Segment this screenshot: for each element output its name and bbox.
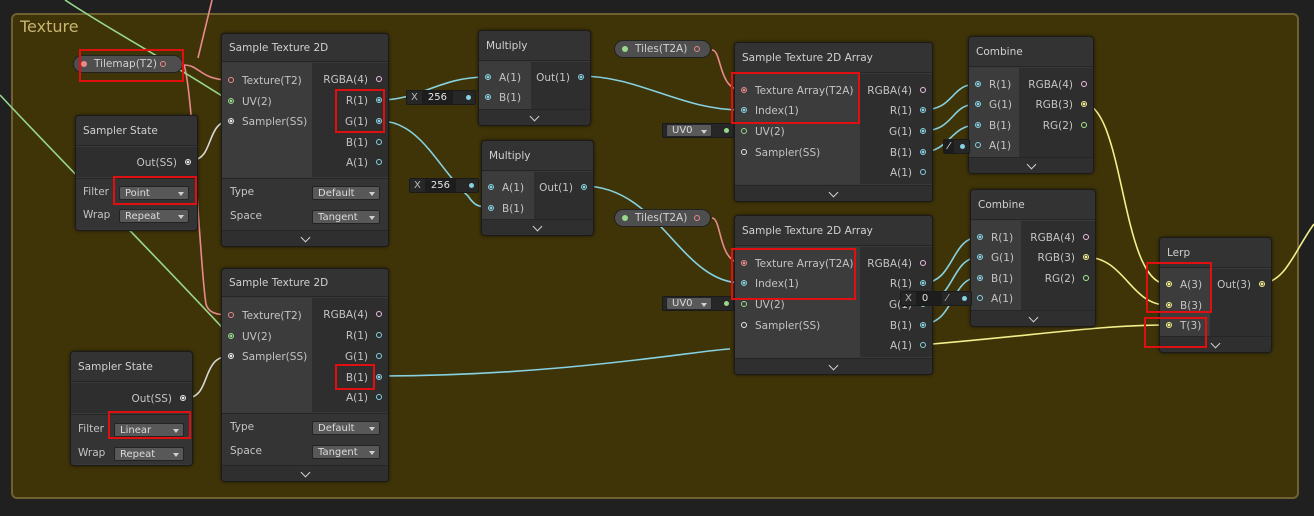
collapse-button[interactable] [222,230,388,246]
slash-icon: ⁄ [944,140,954,153]
type-label: Type [230,421,255,433]
wire-multiply-top-to-index [579,75,743,111]
type-dropdown[interactable]: Default [312,186,380,200]
sample-texture-2d-bottom-node[interactable]: Sample Texture 2D Texture(T2) UV(2) Samp… [221,268,389,482]
wire-b-to-sample-array [377,348,731,377]
combine-bottom-node[interactable]: Combine R(1) G(1) B(1) A(1) RGBA(4) RGB(… [970,189,1096,327]
chevron-down-icon [529,111,540,122]
texture-out-port[interactable] [160,61,166,67]
chevron-down-icon [1210,338,1221,349]
collapse-button[interactable] [735,358,932,374]
property-dot-icon [622,215,628,221]
value-field[interactable]: 0 [915,292,943,305]
collapse-button[interactable] [971,310,1095,326]
tilemap-property-node[interactable]: Tilemap(T2) [73,55,183,73]
sampler-state-bottom-node[interactable]: Sampler State Out(SS) Filter Linear Wrap… [70,351,193,466]
space-label: Space [230,210,262,222]
space-dropdown[interactable]: Tangent [312,210,380,224]
collapse-button[interactable] [1160,336,1271,352]
tilemap-property-label: Tilemap(T2) [94,58,157,70]
node-title[interactable]: Combine [971,190,1095,220]
space-dropdown[interactable]: Tangent [312,445,380,459]
chevron-down-icon [532,221,543,232]
collapse-button[interactable] [222,465,388,481]
tiles-property-label: Tiles(T2A) [635,212,688,224]
wrap-dropdown[interactable]: Repeat [119,209,189,223]
collapse-button[interactable] [482,219,593,235]
value-field[interactable]: 256 [421,91,453,104]
collapse-button[interactable] [479,109,590,125]
wrap-label: Wrap [83,209,111,221]
wire-alpha-to-lerp-t [920,324,1168,346]
sample-texture-2d-top-node[interactable]: Sample Texture 2D Texture(T2) UV(2) Samp… [221,33,389,247]
space-label: Space [230,445,262,457]
filter-label: Filter [78,423,105,435]
uv-channel-dropdown[interactable]: UV0 [666,124,712,137]
chevron-down-icon [828,360,839,371]
node-title[interactable]: Multiply [482,141,593,171]
multiply-top-node[interactable]: Multiply A(1) B(1) Out(1) [478,30,591,126]
chevron-down-icon [1028,312,1038,323]
chevron-down-icon [828,187,839,198]
uv-channel-field-top[interactable]: UV0 [662,123,734,138]
wire-g-to-multiply-b [379,120,489,208]
multiply-top-b-inline-field[interactable]: X 256 [406,90,476,105]
multiply-bottom-node[interactable]: Multiply A(1) B(1) Out(1) [481,140,594,236]
wire-combine-bottom-to-lerp-b [1084,256,1168,306]
wire-multiply-bottom-to-index [582,185,743,284]
uv-channel-dropdown[interactable]: UV0 [666,297,712,310]
wire-offscreen-uv-top [64,0,231,102]
lerp-node[interactable]: Lerp A(3) B(3) T(3) Out(3) [1159,237,1272,353]
filter-dropdown[interactable]: Linear [114,423,184,437]
connection-wires [0,0,1314,399]
type-dropdown[interactable]: Default [312,421,380,435]
filter-dropdown[interactable]: Point [119,186,189,200]
texture-array-out-port[interactable] [694,215,700,221]
node-title[interactable]: Sampler State [76,116,197,146]
combine-top-node[interactable]: Combine R(1) G(1) B(1) A(1) RGBA(4) RGB(… [968,36,1094,174]
value-field[interactable]: 256 [424,179,456,192]
property-dot-icon [622,46,628,52]
tiles-property-label: Tiles(T2A) [635,43,688,55]
node-title[interactable]: Sample Texture 2D Array [735,216,932,246]
combine-top-a-inline-field[interactable]: ⁄ [943,139,970,154]
sampler-state-top-node[interactable]: Sampler State Out(SS) Filter Point Wrap … [75,115,198,231]
combine-bottom-r-inline-field[interactable]: X 0 ⁄ [900,291,972,306]
wrap-label: Wrap [78,447,106,459]
node-title[interactable]: Lerp [1160,238,1271,268]
chevron-down-icon [300,232,310,243]
node-title[interactable]: Multiply [479,31,590,61]
tiles-property-node-bottom[interactable]: Tiles(T2A) [614,209,711,227]
wire-offscreen-texture [197,0,213,59]
collapse-button[interactable] [735,185,932,201]
filter-label: Filter [83,186,110,198]
node-title[interactable]: Combine [969,37,1093,67]
uv-channel-field-bottom[interactable]: UV0 [662,296,734,311]
type-label: Type [230,186,255,198]
texture-array-out-port[interactable] [694,46,700,52]
shader-graph-canvas[interactable]: Texture Tilemap(T2) Sample Texture 2D Te… [0,0,1314,516]
tiles-property-node-top[interactable]: Tiles(T2A) [614,40,711,58]
multiply-bottom-a-inline-field[interactable]: X 256 [409,178,479,193]
collapse-button[interactable] [969,157,1093,173]
chevron-down-icon [300,467,310,478]
sample-texture-2d-array-top-node[interactable]: Sample Texture 2D Array Texture Array(T2… [734,42,933,202]
wrap-dropdown[interactable]: Repeat [114,447,184,461]
chevron-down-icon [1026,159,1036,170]
node-title[interactable]: Sample Texture 2D [222,34,388,62]
node-title[interactable]: Sample Texture 2D [222,269,388,297]
slash-icon: ⁄ [946,293,948,304]
node-title[interactable]: Sample Texture 2D Array [735,43,932,73]
node-title[interactable]: Sampler State [71,352,192,382]
property-dot-icon [81,61,87,67]
